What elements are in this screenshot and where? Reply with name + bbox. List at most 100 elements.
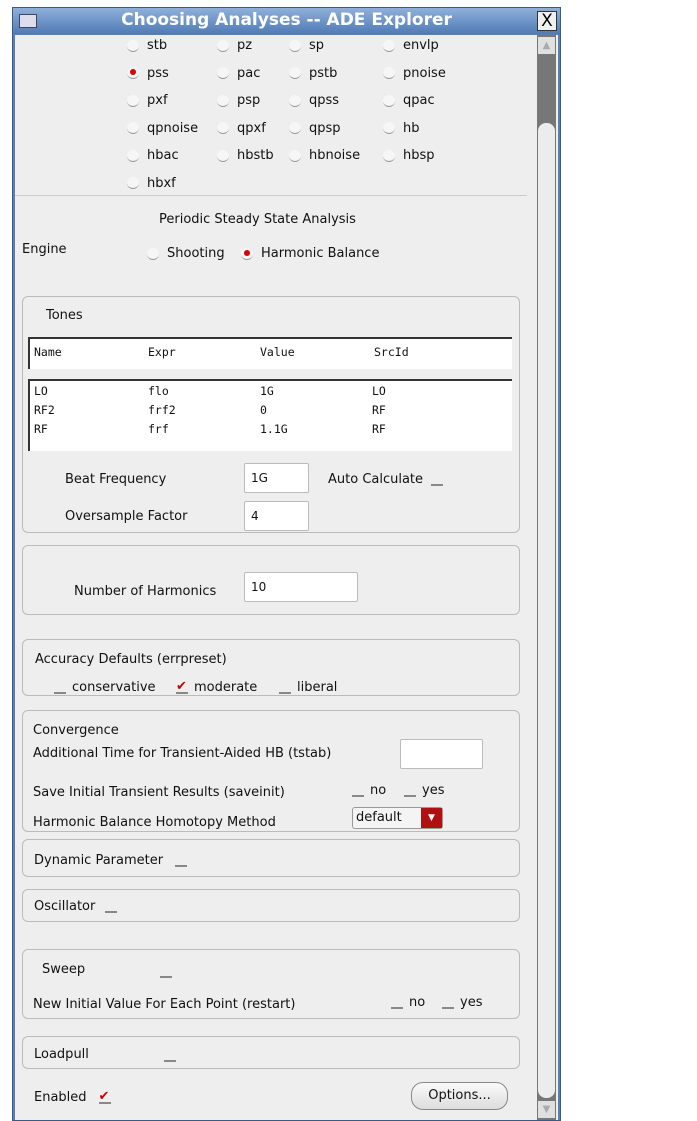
analysis-option-psp[interactable]: psp bbox=[217, 93, 260, 108]
engine-harmonic-balance[interactable]: Harmonic Balance bbox=[241, 246, 379, 261]
enabled[interactable]: Enabled ✔ bbox=[34, 1090, 117, 1105]
scroll-down-icon[interactable]: ▼ bbox=[538, 1101, 555, 1118]
analysis-option-qpac[interactable]: qpac bbox=[383, 93, 435, 108]
analysis-option-hbac[interactable]: hbac bbox=[127, 148, 179, 163]
sweep-checkbox[interactable] bbox=[160, 965, 172, 978]
analysis-option-hbnoise[interactable]: hbnoise bbox=[289, 148, 360, 163]
checkbox-icon[interactable] bbox=[175, 854, 188, 867]
analysis-option-qpxf[interactable]: qpxf bbox=[217, 121, 266, 136]
analysis-option-pac[interactable]: pac bbox=[217, 66, 260, 81]
col-name: Name bbox=[34, 345, 62, 359]
checkbox-icon[interactable] bbox=[404, 784, 416, 797]
vertical-scrollbar[interactable]: ▲ ▼ bbox=[537, 35, 556, 1120]
checkbox-icon[interactable] bbox=[105, 900, 118, 913]
radio-icon[interactable] bbox=[383, 149, 395, 162]
oscillator-group: Oscillator bbox=[22, 889, 520, 922]
scroll-up-icon[interactable]: ▲ bbox=[538, 37, 555, 54]
oscillator[interactable]: Oscillator bbox=[34, 899, 123, 914]
accuracy-liberal[interactable]: liberal bbox=[279, 680, 337, 695]
analysis-option-hbstb[interactable]: hbstb bbox=[217, 148, 274, 163]
accuracy-conservative[interactable]: conservative bbox=[54, 680, 156, 695]
analysis-option-pxf[interactable]: pxf bbox=[127, 93, 168, 108]
loadpull-group: Loadpull bbox=[22, 1036, 520, 1069]
close-button[interactable]: X bbox=[537, 11, 557, 31]
radio-selected-icon[interactable] bbox=[241, 247, 253, 260]
convergence-label: Convergence bbox=[33, 723, 119, 738]
chevron-down-icon[interactable]: ▼ bbox=[421, 808, 442, 828]
analysis-option-sp[interactable]: sp bbox=[289, 38, 324, 53]
checkmark-icon[interactable]: ✔ bbox=[176, 680, 188, 694]
checkbox-icon[interactable] bbox=[352, 784, 364, 797]
radio-icon[interactable] bbox=[289, 94, 301, 107]
radio-icon[interactable] bbox=[383, 94, 395, 107]
radio-icon[interactable] bbox=[127, 94, 139, 107]
analysis-option-stb[interactable]: stb bbox=[127, 38, 167, 53]
analysis-option-envlp[interactable]: envlp bbox=[383, 38, 439, 53]
beat-frequency-input[interactable]: 1G bbox=[244, 463, 309, 493]
analysis-option-qpsp[interactable]: qpsp bbox=[289, 121, 341, 136]
engine-shooting[interactable]: Shooting bbox=[147, 246, 225, 261]
radio-icon[interactable] bbox=[217, 67, 229, 79]
radio-icon[interactable] bbox=[127, 67, 139, 79]
tones-group: Tones Name Expr Value SrcId LO flo 1G LO RF2… bbox=[22, 296, 520, 533]
analysis-option-hbxf[interactable]: hbxf bbox=[127, 176, 176, 191]
engine-label: Engine bbox=[22, 242, 67, 257]
checkbox-icon[interactable] bbox=[391, 996, 403, 1009]
loadpull-checkbox[interactable] bbox=[164, 1049, 176, 1062]
analysis-option-pss[interactable]: pss bbox=[127, 66, 169, 81]
radio-icon[interactable] bbox=[147, 247, 159, 260]
radio-icon[interactable] bbox=[289, 122, 301, 134]
table-cell: 1G bbox=[260, 384, 274, 398]
table-cell: 0 bbox=[260, 403, 267, 417]
options-button[interactable]: Options... bbox=[411, 1082, 508, 1110]
restart-yes[interactable]: yes bbox=[442, 995, 482, 1010]
checkmark-icon[interactable]: ✔ bbox=[98, 1090, 111, 1104]
analysis-option-qpnoise[interactable]: qpnoise bbox=[127, 121, 198, 136]
radio-icon[interactable] bbox=[217, 94, 229, 107]
analysis-option-qpss[interactable]: qpss bbox=[289, 93, 339, 108]
radio-icon[interactable] bbox=[289, 149, 301, 162]
oversample-input[interactable]: 4 bbox=[244, 501, 309, 531]
radio-icon[interactable] bbox=[217, 149, 229, 162]
window-menu-icon[interactable] bbox=[19, 14, 37, 28]
tones-table[interactable]: LO flo 1G LO RF2 frf2 0 RF RF frf 1.1G RF bbox=[28, 379, 512, 451]
radio-icon[interactable] bbox=[289, 67, 301, 79]
radio-icon[interactable] bbox=[217, 122, 229, 134]
checkbox-icon[interactable] bbox=[442, 996, 454, 1009]
tstab-input[interactable] bbox=[400, 739, 483, 769]
analysis-option-hbsp[interactable]: hbsp bbox=[383, 148, 435, 163]
radio-icon[interactable] bbox=[127, 39, 139, 52]
radio-icon[interactable] bbox=[383, 122, 395, 134]
radio-icon[interactable] bbox=[127, 177, 139, 189]
restart-no[interactable]: no bbox=[391, 995, 425, 1010]
homotopy-select[interactable]: default ▼ bbox=[352, 807, 443, 829]
table-cell: LO bbox=[34, 384, 48, 398]
table-cell: RF bbox=[34, 422, 48, 436]
beat-frequency-label: Beat Frequency bbox=[65, 472, 167, 487]
accuracy-group: Accuracy Defaults (errpreset) conservati… bbox=[22, 639, 520, 696]
scrollbar-thumb[interactable] bbox=[538, 123, 555, 1098]
harmonics-input[interactable]: 10 bbox=[244, 572, 358, 602]
table-cell: frf2 bbox=[148, 403, 176, 417]
checkbox-icon[interactable] bbox=[431, 473, 444, 486]
auto-calculate[interactable]: Auto Calculate bbox=[328, 472, 449, 487]
analysis-option-pz[interactable]: pz bbox=[217, 38, 252, 53]
table-cell: 1.1G bbox=[260, 422, 288, 436]
radio-icon[interactable] bbox=[383, 39, 395, 52]
radio-icon[interactable] bbox=[383, 67, 395, 79]
accuracy-moderate[interactable]: ✔ moderate bbox=[176, 680, 257, 695]
dynamic-parameter[interactable]: Dynamic Parameter bbox=[34, 853, 193, 868]
checkbox-icon[interactable] bbox=[54, 681, 66, 694]
sweep-label: Sweep bbox=[42, 962, 86, 977]
saveinit-no[interactable]: no bbox=[352, 783, 386, 798]
analysis-option-hb[interactable]: hb bbox=[383, 121, 420, 136]
title-bar[interactable]: Choosing Analyses -- ADE Explorer X bbox=[13, 8, 560, 34]
checkbox-icon[interactable] bbox=[279, 681, 291, 694]
radio-icon[interactable] bbox=[217, 39, 229, 52]
radio-icon[interactable] bbox=[127, 122, 139, 134]
radio-icon[interactable] bbox=[127, 149, 139, 162]
analysis-option-pstb[interactable]: pstb bbox=[289, 66, 337, 81]
analysis-option-pnoise[interactable]: pnoise bbox=[383, 66, 446, 81]
radio-icon[interactable] bbox=[289, 39, 301, 52]
saveinit-yes[interactable]: yes bbox=[404, 783, 444, 798]
